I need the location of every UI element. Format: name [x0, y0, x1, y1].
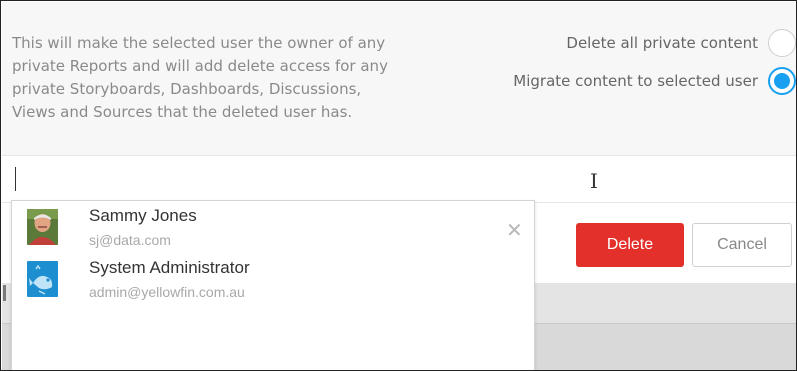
info-message-line: This will make the selected user the own…	[12, 34, 386, 52]
background-divider	[3, 285, 6, 301]
person-photo-avatar	[27, 209, 58, 245]
text-caret	[15, 167, 16, 191]
user-name: System Administrator	[89, 258, 250, 277]
yellowfin-logo-avatar	[27, 261, 58, 297]
option-migrate[interactable]: Migrate content to selected user	[513, 67, 796, 95]
close-icon[interactable]: ✕	[506, 218, 523, 242]
delete-all-radio[interactable]	[768, 29, 796, 57]
info-message-line: Views and Sources that the deleted user …	[12, 103, 353, 121]
info-message: This will make the selected user the own…	[12, 32, 432, 124]
user-email: sj@data.com	[89, 232, 171, 248]
info-panel: This will make the selected user the own…	[2, 2, 796, 156]
user-search-row: I	[2, 157, 796, 203]
delete-button[interactable]: Delete	[576, 223, 684, 267]
user-suggestion-dropdown: Sammy Jones sj@data.com ✕ System Adminis…	[11, 200, 535, 370]
option-delete-all[interactable]: Delete all private content	[566, 29, 796, 57]
cancel-button[interactable]: Cancel	[692, 223, 792, 267]
info-message-line: private Storyboards, Dashboards, Discuss…	[12, 80, 362, 98]
user-suggestion-item[interactable]: System Administrator admin@yellowfin.com…	[12, 255, 534, 305]
user-name: Sammy Jones	[89, 206, 197, 225]
user-suggestion-item[interactable]: Sammy Jones sj@data.com ✕	[12, 203, 534, 253]
user-search-input[interactable]	[2, 157, 796, 202]
user-email: admin@yellowfin.com.au	[89, 284, 245, 300]
migrate-radio[interactable]	[768, 67, 796, 95]
info-message-line: private Reports and will add delete acce…	[12, 57, 388, 75]
delete-user-dialog: This will make the selected user the own…	[0, 0, 797, 371]
ibeam-cursor-icon: I	[590, 169, 598, 193]
option-migrate-label: Migrate content to selected user	[513, 72, 758, 90]
option-delete-all-label: Delete all private content	[566, 34, 758, 52]
